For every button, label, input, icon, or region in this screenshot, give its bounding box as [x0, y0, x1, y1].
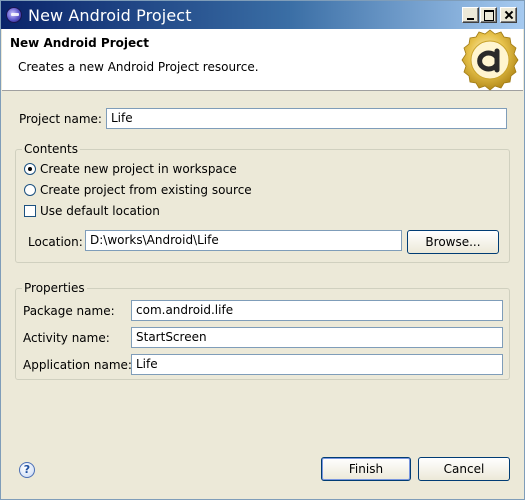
create-new-project-radio[interactable]: [24, 163, 36, 175]
eclipse-app-icon: [6, 7, 22, 23]
new-android-project-dialog: New Android Project New Android Project …: [0, 0, 525, 500]
project-name-label: Project name:: [19, 112, 102, 126]
minimize-button[interactable]: [462, 7, 479, 23]
create-new-project-label[interactable]: Create new project in workspace: [40, 162, 237, 176]
contents-legend: Contents: [22, 142, 80, 156]
wizard-title: New Android Project: [10, 36, 149, 50]
window-title: New Android Project: [28, 6, 192, 25]
location-input[interactable]: D:\works\Android\Life: [85, 230, 402, 251]
create-from-existing-radio[interactable]: [24, 184, 36, 196]
finish-button[interactable]: Finish: [321, 457, 411, 481]
properties-legend: Properties: [22, 281, 87, 295]
browse-button[interactable]: Browse...: [407, 230, 499, 254]
create-from-existing-label[interactable]: Create project from existing source: [40, 183, 252, 197]
activity-name-input[interactable]: StartScreen: [131, 327, 503, 348]
package-name-label: Package name:: [23, 304, 115, 318]
project-name-input[interactable]: Life: [106, 108, 507, 129]
android-logo-icon: [461, 29, 519, 91]
cancel-button[interactable]: Cancel: [418, 457, 510, 481]
package-name-input[interactable]: com.android.life: [131, 300, 503, 321]
use-default-location-label[interactable]: Use default location: [40, 204, 160, 218]
title-bar[interactable]: New Android Project: [1, 1, 524, 29]
application-name-input[interactable]: Life: [131, 354, 503, 375]
application-name-label: Application name:: [23, 358, 132, 372]
location-label: Location:: [28, 235, 83, 249]
use-default-location-checkbox[interactable]: [24, 205, 36, 217]
wizard-description: Creates a new Android Project resource.: [18, 60, 259, 74]
close-button[interactable]: [500, 7, 517, 23]
maximize-button[interactable]: [480, 7, 497, 23]
activity-name-label: Activity name:: [23, 331, 110, 345]
wizard-header: New Android Project Creates a new Androi…: [2, 29, 523, 91]
help-icon[interactable]: ?: [19, 462, 35, 478]
